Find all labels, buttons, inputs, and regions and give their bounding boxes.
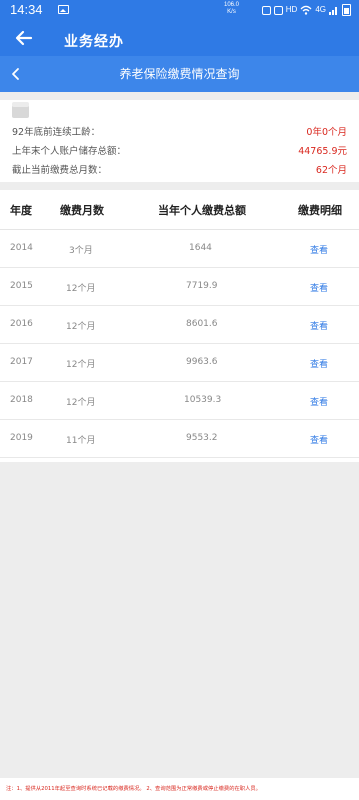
view-detail-link[interactable]: 查看 xyxy=(310,243,328,256)
vibrate-icon xyxy=(273,5,283,15)
cell-months: 12个月 xyxy=(66,284,96,294)
summary-value: 0年0个月 xyxy=(306,127,347,138)
cell-months: 11个月 xyxy=(66,436,96,446)
status-bar: 14:34 106.0 K/s HD 4G xyxy=(0,0,359,22)
summary-label: 92年底前连续工龄： xyxy=(12,127,101,138)
card-icon xyxy=(12,102,29,118)
cell-total: 1644 xyxy=(189,243,212,253)
status-time: 14:34 xyxy=(10,2,43,17)
cell-year: 2016 xyxy=(10,319,33,329)
cell-year: 2018 xyxy=(10,395,33,405)
cell-year: 2017 xyxy=(10,357,33,367)
cell-total: 10539.3 xyxy=(184,395,222,405)
table-row: 2014 3个月 1644 查看 xyxy=(0,230,359,268)
view-detail-link[interactable]: 查看 xyxy=(310,281,328,294)
summary-value: 62个月 xyxy=(315,165,347,176)
cell-year: 2014 xyxy=(10,243,33,253)
view-detail-link[interactable]: 查看 xyxy=(310,319,328,332)
image-icon xyxy=(58,5,69,14)
alarm-icon xyxy=(261,5,271,15)
cell-total: 7719.9 xyxy=(186,281,218,291)
summary-value: 44765.9元 xyxy=(298,146,347,157)
table-row: 2019 11个月 9553.2 查看 xyxy=(0,420,359,458)
header-detail: 缴费明细 xyxy=(298,204,342,217)
battery-icon xyxy=(342,4,351,16)
view-detail-link[interactable]: 查看 xyxy=(310,357,328,370)
summary-row-seniority: 92年底前连续工龄： 0年0个月 xyxy=(12,124,347,140)
wifi-icon xyxy=(300,5,312,15)
summary-panel: 92年底前连续工龄： 0年0个月 上年末个人账户储存总额： 44765.9元 截… xyxy=(0,100,359,182)
view-detail-link[interactable]: 查看 xyxy=(310,433,328,446)
summary-row-total-months: 截止当前缴费总月数： 62个月 xyxy=(12,162,347,178)
payment-table: 年度 缴费月数 当年个人缴费总额 缴费明细 2014 3个月 1644 查看 2… xyxy=(0,190,359,462)
cell-year: 2019 xyxy=(10,433,33,443)
table-row: 2016 12个月 8601.6 查看 xyxy=(0,306,359,344)
cell-months: 12个月 xyxy=(66,322,96,332)
net-speed: 106.0 K/s xyxy=(224,2,239,16)
summary-label: 上年末个人账户储存总额： xyxy=(12,146,127,157)
hd-label: HD xyxy=(285,5,298,14)
footer-note: 注：1、提供从2011年起至查询时系统已记载的缴费情况。 2、查询范围为正常缴费… xyxy=(0,778,359,800)
table-row: 2015 12个月 7719.9 查看 xyxy=(0,268,359,306)
back-arrow-icon[interactable] xyxy=(14,28,34,48)
cell-year: 2015 xyxy=(10,281,33,291)
summary-label: 截止当前缴费总月数： xyxy=(12,165,108,176)
header-months: 缴费月数 xyxy=(60,204,104,217)
signal-label: 4G xyxy=(315,5,326,14)
note-text: 注：1、提供从2011年起至查询时系统已记载的缴费情况。 2、查询范围为正常缴费… xyxy=(6,786,261,792)
cell-total: 9553.2 xyxy=(186,433,218,443)
signal-icon xyxy=(329,7,337,15)
net-speed-unit: K/s xyxy=(227,9,236,15)
cell-total: 9963.6 xyxy=(186,357,218,367)
sub-header: 养老保险缴费情况查询 xyxy=(0,56,359,92)
header-year: 年度 xyxy=(10,204,32,217)
app-title: 业务经办 xyxy=(64,34,124,50)
summary-row-account-balance: 上年末个人账户储存总额： 44765.9元 xyxy=(12,143,347,159)
net-speed-value: 106.0 xyxy=(224,2,240,8)
table-header: 年度 缴费月数 当年个人缴费总额 缴费明细 xyxy=(0,190,359,230)
table-row: 2018 12个月 10539.3 查看 xyxy=(0,382,359,420)
system-icons: HD 4G xyxy=(261,4,351,16)
cell-months: 12个月 xyxy=(66,398,96,408)
cell-months: 3个月 xyxy=(69,246,93,256)
header-total: 当年个人缴费总额 xyxy=(158,204,246,217)
table-row: 2017 12个月 9963.6 查看 xyxy=(0,344,359,382)
cell-months: 12个月 xyxy=(66,360,96,370)
cell-total: 8601.6 xyxy=(186,319,218,329)
app-bar: 业务经办 xyxy=(0,22,359,56)
page-title: 养老保险缴费情况查询 xyxy=(119,67,240,81)
view-detail-link[interactable]: 查看 xyxy=(310,395,328,408)
